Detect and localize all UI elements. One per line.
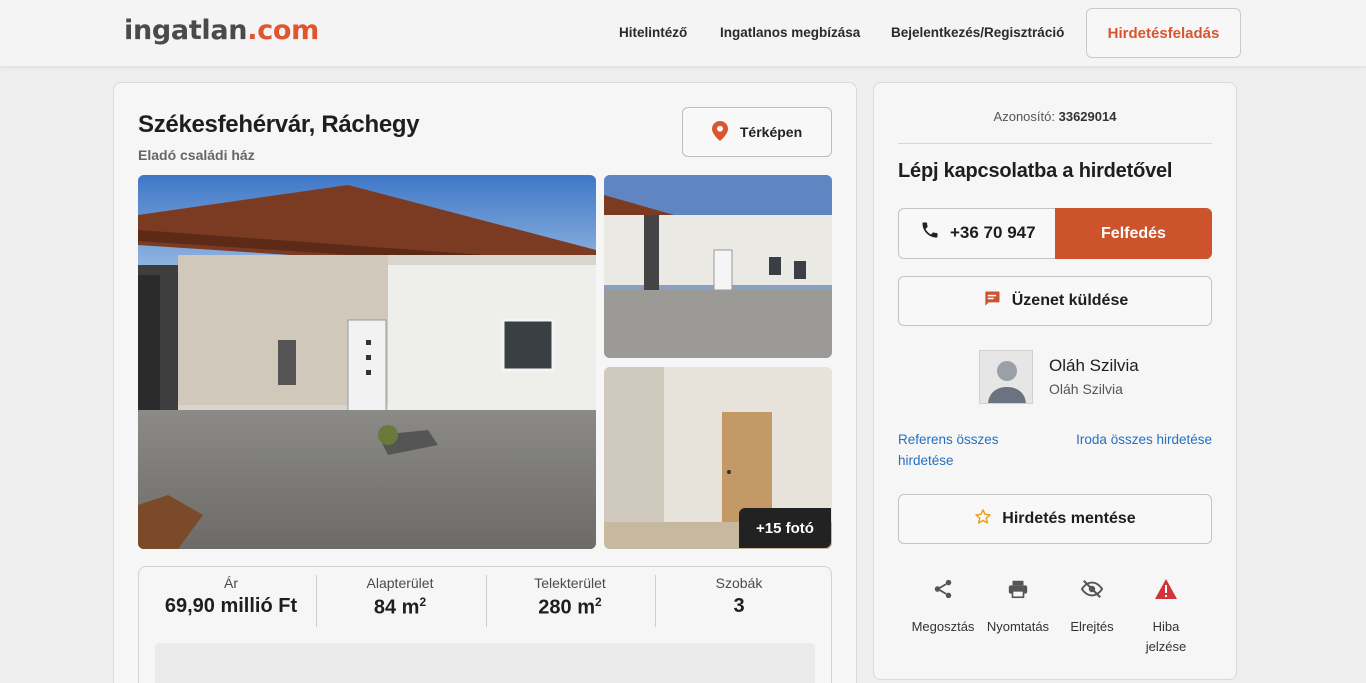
phone-number[interactable]: +36 70 947 [920, 220, 1036, 245]
site-logo[interactable]: ingatlan.com [124, 15, 319, 46]
phone-number-text: +36 70 947 [950, 222, 1036, 242]
share-icon [903, 575, 983, 603]
stat-plot-area-label: Telekterület [534, 575, 606, 591]
post-ad-button[interactable]: Hirdetésfeladás [1086, 8, 1241, 58]
main-photo[interactable] [138, 175, 596, 549]
agent-all-listings-link[interactable]: Referens összes hirdetése [898, 429, 1038, 471]
phone-icon [920, 220, 940, 245]
stat-rooms-label: Szobák [715, 575, 763, 591]
agent-office: Oláh Szilvia [1049, 381, 1123, 397]
logo-tld: .com [247, 15, 319, 46]
share-label: Megosztás [911, 619, 975, 634]
send-message-label: Üzenet küldése [1011, 292, 1129, 309]
save-listing-label: Hirdetés mentése [1002, 510, 1136, 527]
stat-price: Ár 69,90 millió Ft [147, 575, 315, 618]
site-header: ingatlan.com Hitelintéző Ingatlanos megb… [0, 0, 1366, 67]
warning-icon [1126, 575, 1206, 603]
ad-id: Azonosító: 33629014 [873, 109, 1237, 124]
agent-avatar [979, 350, 1033, 404]
ad-id-label: Azonosító: [993, 109, 1055, 124]
hide-action[interactable]: Elrejtés [1052, 575, 1132, 637]
save-listing-button[interactable]: Hirdetés mentése [898, 494, 1212, 544]
nav-loan-broker[interactable]: Hitelintéző [619, 25, 687, 40]
stat-floor-area: Alapterület 84 m2 [316, 575, 484, 620]
stat-price-value: 69,90 millió Ft [164, 595, 298, 617]
report-error-label: Hiba jelzése [1145, 619, 1187, 654]
hide-icon [1052, 575, 1132, 603]
stat-price-label: Ár [224, 575, 238, 591]
stat-floor-area-label: Alapterület [366, 575, 434, 591]
stat-rooms-value: 3 [733, 595, 745, 617]
ad-id-value: 33629014 [1058, 109, 1117, 124]
stat-plot-area: Telekterület 280 m2 [486, 575, 654, 620]
photo-thumb-exterior[interactable] [604, 175, 832, 358]
print-label: Nyomtatás [986, 619, 1050, 634]
more-photos-button[interactable]: +15 fotó [739, 508, 831, 548]
map-button[interactable]: Térképen [682, 107, 832, 157]
office-all-listings-link[interactable]: Iroda összes hirdetése [1060, 429, 1212, 450]
star-outline-icon [974, 508, 992, 531]
agent-name[interactable]: Oláh Szilvia [1049, 356, 1139, 376]
stat-floor-area-value: 84 m2 [373, 595, 427, 619]
share-action[interactable]: Megosztás [903, 575, 983, 637]
nav-agent-commission[interactable]: Ingatlanos megbízása [720, 25, 860, 40]
reveal-phone-button[interactable]: Felfedés [1055, 208, 1212, 259]
print-action[interactable]: Nyomtatás [978, 575, 1058, 637]
print-icon [978, 575, 1058, 603]
nav-login-register[interactable]: Bejelentkezés/Regisztráció [891, 25, 1064, 40]
hide-label: Elrejtés [1070, 619, 1114, 634]
send-message-button[interactable]: Üzenet küldése [898, 276, 1212, 326]
key-stats: Ár 69,90 millió Ft Alapterület 84 m2 Tel… [138, 566, 832, 683]
divider [898, 143, 1212, 144]
location-pin-icon [711, 120, 728, 144]
stats-lower-panel [155, 643, 815, 683]
report-error-action[interactable]: Hiba jelzése [1126, 575, 1206, 657]
listing-title: Székesfehérvár, Ráchegy [138, 111, 420, 138]
stat-plot-area-value: 280 m2 [538, 595, 602, 619]
logo-main: ingatlan [124, 15, 248, 46]
map-button-label: Térképen [739, 124, 803, 140]
listing-subtitle: Eladó családi ház [138, 147, 255, 163]
message-icon [982, 289, 1002, 314]
contact-title: Lépj kapcsolatba a hirdetővel [898, 160, 1173, 182]
stat-rooms: Szobák 3 [655, 575, 823, 618]
